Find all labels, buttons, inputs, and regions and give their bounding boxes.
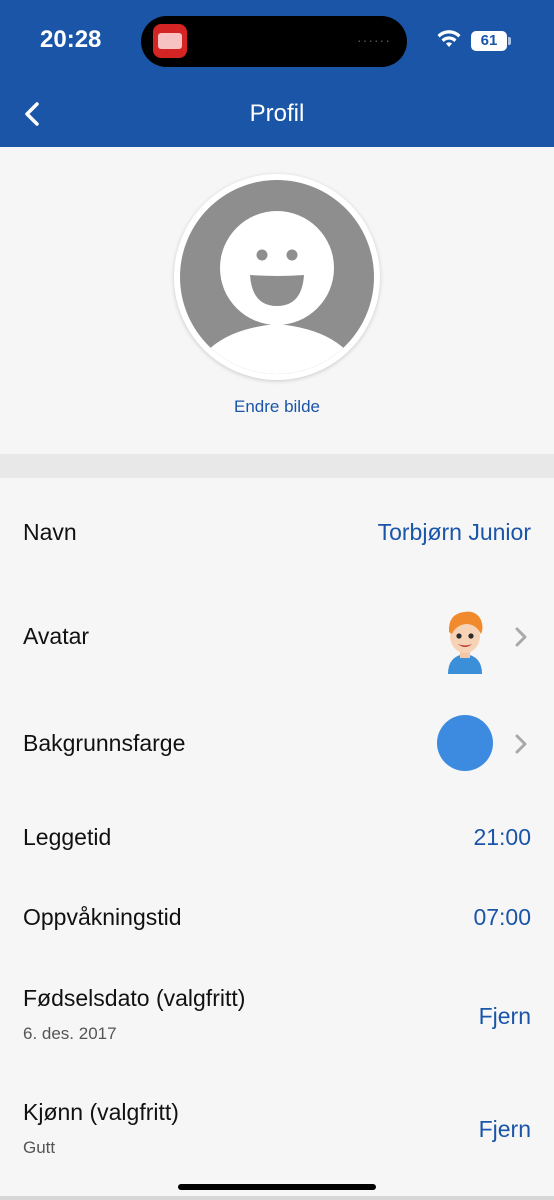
island-dots: ······ xyxy=(357,32,391,48)
wake-time-label: Oppvåkningstid xyxy=(23,904,182,930)
dynamic-island: ······ xyxy=(141,16,407,67)
chevron-right-icon xyxy=(515,734,527,754)
top-bar: 20:28 ······ 61 Profil xyxy=(0,0,554,147)
profile-photo-section: Endre bilde xyxy=(0,147,554,454)
avatar-label: Avatar xyxy=(23,623,90,649)
name-value[interactable]: Torbjørn Junior xyxy=(378,519,531,546)
change-photo-link[interactable]: Endre bilde xyxy=(0,397,554,417)
name-label: Navn xyxy=(23,519,77,545)
bedtime-label: Leggetid xyxy=(23,824,112,850)
page-title: Profil xyxy=(249,100,305,127)
birthdate-label: Fødselsdato (valgfritt) xyxy=(23,985,246,1011)
section-divider xyxy=(0,454,554,478)
bedtime-value[interactable]: 21:00 xyxy=(473,824,531,851)
profile-photo[interactable] xyxy=(174,174,380,380)
cartoon-boy-avatar-icon xyxy=(448,611,483,674)
status-time: 20:28 xyxy=(40,26,102,53)
home-indicator[interactable] xyxy=(178,1184,376,1190)
gender-value: Gutt xyxy=(23,1138,56,1157)
bottom-edge xyxy=(0,1196,554,1200)
gender-label: Kjønn (valgfritt) xyxy=(23,1099,179,1125)
wake-time-value[interactable]: 07:00 xyxy=(473,904,531,931)
profile-settings-list: Navn Torbjørn Junior Avatar Bakgrunnsfar… xyxy=(0,478,554,1200)
chevron-right-icon xyxy=(515,627,527,647)
background-color-swatch xyxy=(437,715,493,771)
remove-gender-button[interactable]: Fjern xyxy=(479,1116,531,1143)
birthdate-value: 6. des. 2017 xyxy=(23,1024,117,1043)
smiley-person-icon xyxy=(180,180,374,374)
live-activity-app-icon xyxy=(153,24,187,58)
remove-birthdate-button[interactable]: Fjern xyxy=(479,1003,531,1030)
background-color-label: Bakgrunnsfarge xyxy=(23,730,186,756)
wifi-icon xyxy=(437,30,461,47)
battery-indicator: 61 xyxy=(471,31,511,51)
